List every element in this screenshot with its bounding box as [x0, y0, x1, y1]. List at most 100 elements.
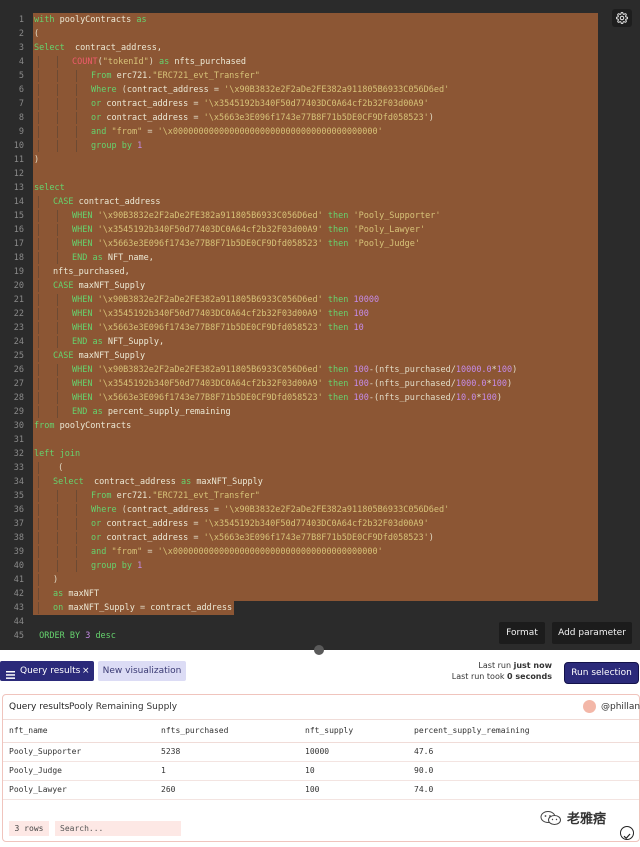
code-line[interactable]: 27 WHEN '\x3545192b340F50d77403DC0A64cf2b… [0, 377, 640, 391]
code-line[interactable]: 1 with poolyContracts as [0, 13, 640, 27]
code-line[interactable]: 4 COUNT("tokenId") as nfts_purchased [0, 55, 640, 69]
code-line[interactable]: 37 or contract_address = '\x3545192b340F5… [0, 517, 640, 531]
format-button[interactable]: Format [499, 622, 545, 644]
column-header[interactable]: nft_supply [305, 720, 353, 742]
code-line[interactable]: 40 group by 1 [0, 559, 640, 573]
code-line[interactable]: 7 or contract_address = '\x3545192b340F50… [0, 97, 640, 111]
code-line[interactable]: 21 WHEN '\x90B3832e2F2aDe2FE382a911805B69… [0, 293, 640, 307]
code-line[interactable]: 39 and "from" = '\x0000000000000000000000… [0, 545, 640, 559]
code-text: Where (contract_address = '\x90B3832e2F2… [91, 83, 449, 97]
code-line[interactable]: 5 From erc721."ERC721_evt_Transfer" [0, 69, 640, 83]
column-header[interactable]: nft_name [9, 720, 48, 742]
code-line[interactable]: 17 WHEN '\x5663e3E096f1743e77B8F71b5DE0CF… [0, 237, 640, 251]
add-parameter-button[interactable]: Add parameter [552, 622, 632, 644]
code-token: Select [34, 43, 70, 53]
indent-guide [38, 196, 39, 208]
code-text: or contract_address = '\x5663e3E096f1743… [91, 531, 434, 545]
code-line[interactable]: 19 nfts_purchased, [0, 265, 640, 279]
code-line[interactable]: 31 [0, 433, 640, 447]
code-line[interactable]: 20 CASE maxNFT_Supply [0, 279, 640, 293]
tab-query-results-label: Query results [20, 666, 81, 676]
code-token: 1 [137, 141, 143, 151]
code-token: contract_address [106, 99, 194, 109]
editor-settings-button[interactable] [612, 9, 632, 27]
code-line[interactable]: 26 WHEN '\x90B3832e2F2aDe2FE382a911805B69… [0, 363, 640, 377]
code-token: as [136, 15, 147, 25]
code-line[interactable]: 36 Where (contract_address = '\x90B3832e2… [0, 503, 640, 517]
indent-guide [38, 224, 39, 236]
selection-highlight [33, 181, 598, 195]
code-line[interactable]: 23 WHEN '\x5663e3E096f1743e77B8F71b5DE0CF… [0, 321, 640, 335]
indent-guide [38, 98, 39, 110]
code-line[interactable]: 15 WHEN '\x90B3832e2F2aDe2FE382a911805B69… [0, 209, 640, 223]
tab-new-visualization[interactable]: New visualization [98, 661, 186, 681]
code-line[interactable]: 16 WHEN '\x3545192b340F50d77403DC0A64cf2b… [0, 223, 640, 237]
column-header[interactable]: nfts_purchased [161, 720, 228, 742]
code-token: WHEN [72, 365, 98, 375]
code-token: and [91, 547, 112, 557]
indent-guide [57, 56, 58, 68]
code-line[interactable]: 12 [0, 167, 640, 181]
code-lines[interactable]: 1 with poolyContracts as 2(3 Select contrac… [0, 13, 640, 643]
editor-resize-handle[interactable] [314, 645, 324, 655]
code-line[interactable]: 38 or contract_address = '\x5663e3E096f17… [0, 531, 640, 545]
code-line[interactable]: 43 on maxNFT_Supply = contract_address [0, 601, 640, 615]
line-number: 36 [13, 505, 24, 515]
code-token: ) [34, 155, 40, 165]
tab-query-results[interactable]: Query results × [0, 661, 94, 681]
code-line[interactable]: 3 Select contract_address, [0, 41, 640, 55]
indent-guide [57, 406, 58, 418]
results-table: nft_name nfts_purchased nft_supply perce… [3, 719, 639, 800]
code-line[interactable]: 30 from poolyContracts [0, 419, 640, 433]
code-line[interactable]: 14 CASE contract_address [0, 195, 640, 209]
code-line[interactable]: 13 select [0, 181, 640, 195]
code-line[interactable]: 9 and "from" = '\x00000000000000000000000… [0, 125, 640, 139]
indent-guide [57, 336, 58, 348]
code-line[interactable]: 25 CASE maxNFT_Supply [0, 349, 640, 363]
run-selection-button[interactable]: Run selection [564, 662, 639, 684]
code-token: '\x3545192b340F50d77403DC0A64cf2b32F03d0… [203, 99, 429, 109]
code-text: CASE maxNFT_Supply [53, 279, 145, 293]
code-token: '\x5663e3E096f1743e77B8F71b5DE0CF9Dfd058… [203, 533, 429, 543]
code-line[interactable]: 2( [0, 27, 640, 41]
code-line[interactable]: 8 or contract_address = '\x5663e3E096f174… [0, 111, 640, 125]
code-line[interactable]: 32 left join [0, 447, 640, 461]
indent-guide [38, 140, 39, 152]
avatar[interactable] [583, 700, 596, 713]
code-line[interactable]: 24 END as NFT_Supply, [0, 335, 640, 349]
code-line[interactable]: 28 WHEN '\x5663e3E096f1743e77B8F71b5DE0CF… [0, 391, 640, 405]
indent-guide [76, 518, 77, 530]
code-token: END [72, 407, 93, 417]
code-line[interactable]: 34 Select contract_address as maxNFT_Supp… [0, 475, 640, 489]
code-token: WHEN [72, 295, 98, 305]
code-line[interactable]: 42 as maxNFT [0, 587, 640, 601]
code-line[interactable]: 18 END as NFT_name, [0, 251, 640, 265]
code-token: desc [95, 631, 116, 641]
code-line[interactable]: 11) [0, 153, 640, 167]
code-line[interactable]: 41) [0, 573, 640, 587]
code-token: or [91, 533, 107, 543]
code-text: WHEN '\x3545192b340F50d77403DC0A64cf2b32… [72, 223, 425, 237]
close-icon[interactable]: × [82, 661, 90, 681]
code-line[interactable]: 6 Where (contract_address = '\x90B3832e2F… [0, 83, 640, 97]
code-line[interactable]: 29 END as percent_supply_remaining [0, 405, 640, 419]
row-count-badge: 3 rows [9, 821, 49, 836]
column-header[interactable]: percent_supply_remaining [414, 720, 530, 742]
sql-editor[interactable]: 1 with poolyContracts as 2(3 Select contrac… [0, 0, 640, 650]
code-text: WHEN '\x5663e3E096f1743e77B8F71b5DE0CF9D… [72, 321, 364, 335]
table-cell: 1 [161, 766, 166, 775]
last-run-prefix: Last run [478, 661, 512, 670]
code-line[interactable]: 33 ( [0, 461, 640, 475]
user-handle[interactable]: @phillan [601, 702, 640, 712]
results-title: Pooly Remaining Supply [69, 702, 178, 712]
results-search-input[interactable] [55, 821, 181, 836]
code-token: contract_address [126, 505, 214, 515]
code-token: then [327, 309, 354, 319]
code-line[interactable]: 35 From erc721."ERC721_evt_Transfer" [0, 489, 640, 503]
code-line[interactable]: 22 WHEN '\x3545192b340F50d77403DC0A64cf2b… [0, 307, 640, 321]
code-text: ) [53, 573, 58, 587]
code-text: Select contract_address, [34, 41, 162, 55]
code-token: '\x90B3832e2F2aDe2FE382a911805B6933C056D… [224, 85, 450, 95]
indent-guide [57, 224, 58, 236]
code-line[interactable]: 10 group by 1 [0, 139, 640, 153]
